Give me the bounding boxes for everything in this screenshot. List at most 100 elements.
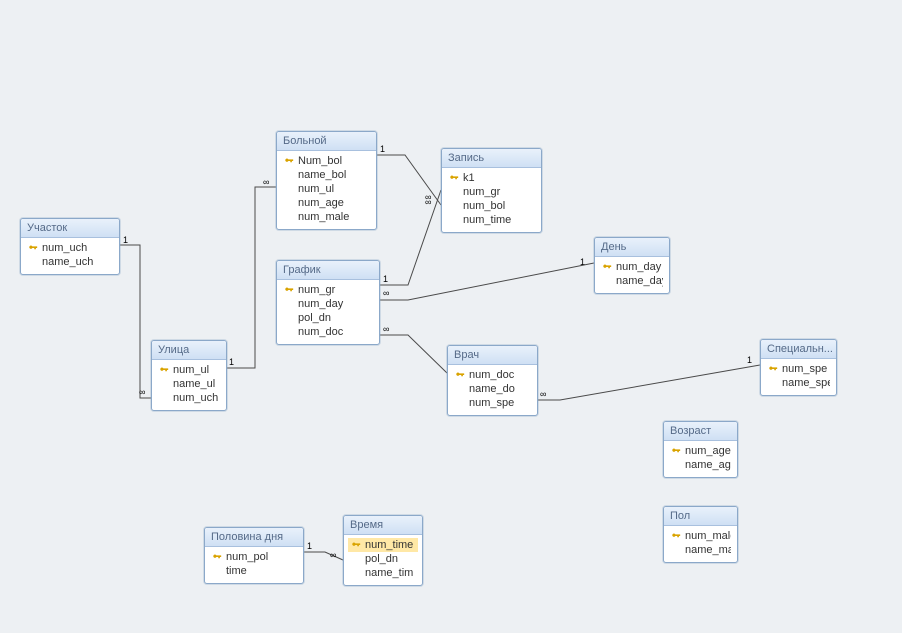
table-title[interactable]: Специальн... (761, 340, 836, 359)
table-vozrast[interactable]: Возраст num_age name_age (663, 421, 738, 478)
field-row[interactable]: k1 (446, 171, 537, 185)
field-row[interactable]: num_spe (452, 396, 533, 410)
field-name: Num_bol (298, 155, 370, 167)
field-name: num_male (685, 530, 731, 542)
field-row[interactable]: num_time (446, 213, 537, 227)
field-name: pol_dn (298, 312, 373, 324)
table-bolnoy[interactable]: Больной Num_bol name_bol num_ul num_age … (276, 131, 377, 230)
field-name: num_time (463, 214, 535, 226)
table-title[interactable]: Время (344, 516, 422, 535)
field-row[interactable]: Num_bol (281, 154, 372, 168)
key-icon (455, 370, 465, 380)
field-row[interactable]: name_tim (348, 566, 418, 580)
field-row[interactable]: name_day (599, 274, 665, 288)
field-name: num_day (298, 298, 373, 310)
field-name: num_day (616, 261, 663, 273)
field-row[interactable]: num_ul (281, 182, 372, 196)
field-name: num_uch (173, 392, 220, 404)
table-ulica[interactable]: Улица num_ul name_ul num_uch (151, 340, 227, 411)
svg-text:∞: ∞ (425, 192, 431, 202)
diagram-canvas[interactable]: 1 ∞ 1 ∞ 1 ∞ 1 ∞ 1 ∞ ∞ ∞ 1 1 ∞ { "tables"… (0, 0, 902, 633)
field-row[interactable]: num_doc (452, 368, 533, 382)
table-body: num_doc name_do num_spe (448, 365, 537, 415)
table-vrach[interactable]: Врач num_doc name_do num_spe (447, 345, 538, 416)
field-name: num_age (298, 197, 370, 209)
table-vremya[interactable]: Время num_time pol_dn name_tim (343, 515, 423, 586)
field-row-selected[interactable]: num_time (348, 538, 418, 552)
table-title[interactable]: Запись (442, 149, 541, 168)
key-icon (284, 285, 294, 295)
field-row[interactable]: num_uch (25, 241, 115, 255)
table-title[interactable]: График (277, 261, 379, 280)
field-row[interactable]: num_pol (209, 550, 299, 564)
key-icon (671, 531, 681, 541)
field-row[interactable]: name_do (452, 382, 533, 396)
field-name: name_age (685, 459, 731, 471)
field-row[interactable]: num_gr (281, 283, 375, 297)
field-row[interactable]: num_day (281, 297, 375, 311)
svg-text:∞: ∞ (330, 550, 336, 560)
svg-text:1: 1 (307, 541, 312, 551)
field-row[interactable]: num_bol (446, 199, 537, 213)
field-row[interactable]: num_gr (446, 185, 537, 199)
table-grafik[interactable]: График num_gr num_day pol_dn num_doc (276, 260, 380, 345)
table-polovina[interactable]: Половина дня num_pol time (204, 527, 304, 584)
table-title[interactable]: День (595, 238, 669, 257)
field-name: num_uch (42, 242, 113, 254)
table-title[interactable]: Участок (21, 219, 119, 238)
table-title[interactable]: Больной (277, 132, 376, 151)
svg-text:1: 1 (123, 235, 128, 245)
field-name: num_ul (298, 183, 370, 195)
field-row[interactable]: num_age (668, 444, 733, 458)
field-row[interactable]: pol_dn (348, 552, 418, 566)
field-name: num_ul (173, 364, 220, 376)
table-title[interactable]: Половина дня (205, 528, 303, 547)
table-body: num_time pol_dn name_tim (344, 535, 422, 585)
field-row[interactable]: num_male (281, 210, 372, 224)
field-row[interactable]: num_day (599, 260, 665, 274)
table-body: num_uch name_uch (21, 238, 119, 274)
field-row[interactable]: name_spe (765, 376, 832, 390)
table-spec[interactable]: Специальн... num_spe name_spe (760, 339, 837, 396)
field-row[interactable]: num_doc (281, 325, 375, 339)
table-title[interactable]: Улица (152, 341, 226, 360)
table-den[interactable]: День num_day name_day (594, 237, 670, 294)
key-icon (671, 446, 681, 456)
field-name: name_uch (42, 256, 113, 268)
table-body: num_day name_day (595, 257, 669, 293)
field-row[interactable]: name_bol (281, 168, 372, 182)
table-pol[interactable]: Пол num_male name_ma (663, 506, 738, 563)
key-icon (284, 156, 294, 166)
svg-text:∞: ∞ (263, 177, 269, 187)
field-row[interactable]: num_uch (156, 391, 222, 405)
field-row[interactable]: pol_dn (281, 311, 375, 325)
field-row[interactable]: num_spe (765, 362, 832, 376)
field-name: num_spe (782, 363, 830, 375)
table-body: num_pol time (205, 547, 303, 583)
svg-text:∞: ∞ (383, 324, 389, 334)
field-row[interactable]: name_ma (668, 543, 733, 557)
field-name: name_day (616, 275, 663, 287)
field-row[interactable]: num_ul (156, 363, 222, 377)
table-title[interactable]: Пол (664, 507, 737, 526)
relationship-lines: 1 ∞ 1 ∞ 1 ∞ 1 ∞ 1 ∞ ∞ ∞ 1 1 ∞ (0, 0, 902, 633)
table-zapis[interactable]: Запись k1 num_gr num_bol num_time (441, 148, 542, 233)
field-row[interactable]: num_male (668, 529, 733, 543)
table-uchastok[interactable]: Участок num_uch name_uch (20, 218, 120, 275)
svg-text:∞: ∞ (540, 389, 546, 399)
table-title[interactable]: Врач (448, 346, 537, 365)
field-row[interactable]: name_age (668, 458, 733, 472)
field-row[interactable]: name_ul (156, 377, 222, 391)
field-row[interactable]: time (209, 564, 299, 578)
field-name: name_ma (685, 544, 731, 556)
table-body: num_ul name_ul num_uch (152, 360, 226, 410)
table-title[interactable]: Возраст (664, 422, 737, 441)
field-row[interactable]: num_age (281, 196, 372, 210)
key-icon (212, 552, 222, 562)
field-name: num_bol (463, 200, 535, 212)
table-body: num_age name_age (664, 441, 737, 477)
key-icon (602, 262, 612, 272)
table-body: k1 num_gr num_bol num_time (442, 168, 541, 232)
field-row[interactable]: name_uch (25, 255, 115, 269)
key-icon (351, 540, 361, 550)
